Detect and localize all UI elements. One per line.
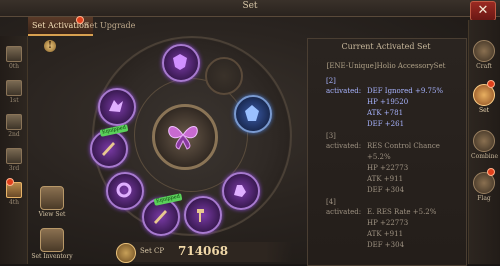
bonus-line: E. RES Rate +5.2% (367, 208, 437, 216)
tab-set-upgrade[interactable]: Set Upgrade (80, 17, 139, 34)
panel-title: Current Activated Set (341, 42, 431, 51)
bonus-line: DEF Ignored +9.75% (367, 87, 444, 95)
gear-slot-icon (6, 114, 22, 130)
bonus-line: HP +22773 (367, 219, 409, 227)
accessory-slot-9[interactable] (222, 172, 260, 210)
accessory-slot-2[interactable] (205, 57, 243, 95)
preset-0th[interactable]: 0th (4, 46, 24, 70)
sword-icon (102, 142, 115, 156)
preset-1st[interactable]: 1st (4, 80, 24, 104)
bonus-line: DEF +261 (367, 120, 405, 128)
bracelet-icon (116, 182, 132, 198)
close-button[interactable]: ✕ (470, 1, 496, 21)
gauntlet-icon (234, 185, 246, 197)
nav-combine[interactable]: Combine (471, 130, 498, 160)
bonus-count: [3] (326, 132, 336, 140)
nav-craft[interactable]: Craft (471, 40, 497, 70)
info-icon[interactable]: ! (44, 40, 56, 52)
bonus-status: activated: (326, 142, 362, 150)
winged-boot-icon (109, 100, 123, 112)
gear-slot-icon (6, 80, 22, 96)
bonus-count: [2] (326, 77, 336, 85)
notification-dot (487, 168, 495, 176)
bonus-line: DEF +304 (367, 186, 405, 194)
preset-3rd[interactable]: 3rd (4, 148, 24, 172)
bonus-line: ATK +781 (367, 109, 404, 117)
accessory-slot-6[interactable] (106, 172, 144, 210)
bonus-line: RES Control Chance (367, 142, 440, 150)
mask-icon (173, 54, 187, 70)
accessory-slot-8[interactable] (184, 196, 222, 234)
gear-slot-icon (6, 148, 22, 164)
set-inventory-button[interactable]: Set Inventory (30, 228, 74, 260)
crest-icon (245, 105, 259, 121)
sword-icon (154, 210, 167, 224)
bonus-line: ATK +911 (367, 230, 404, 238)
hammer-icon (197, 209, 204, 222)
notification-dot (6, 178, 14, 186)
book-icon (40, 186, 64, 210)
bonus-status: activated: (326, 208, 362, 216)
set-emblem (152, 104, 218, 170)
set-cp-value: 714068 (178, 244, 229, 258)
accessory-slot-5[interactable] (90, 130, 128, 168)
accessory-slot-4[interactable] (98, 88, 136, 126)
cp-icon (116, 243, 136, 263)
set-cp-label: Set CP (140, 247, 165, 255)
bonus-count: [4] (326, 198, 336, 206)
butterfly-emblem-icon (168, 126, 198, 150)
window-title: Set (242, 1, 258, 11)
bonus-status: activated: (326, 87, 362, 95)
bonus-line: ATK +911 (367, 175, 404, 183)
bonus-line: HP +19520 (367, 98, 409, 106)
preset-4th[interactable]: 4th (4, 182, 24, 206)
gear-slot-icon (6, 46, 22, 62)
chest-icon (40, 228, 64, 252)
notification-dot (487, 80, 495, 88)
bonus-line: HP +22773 (367, 164, 409, 172)
set-name: [ENE-Unique]Holio AccessorySet (326, 62, 446, 70)
nav-flag[interactable]: Flag (471, 172, 497, 202)
combine-icon (473, 130, 495, 152)
preset-2nd[interactable]: 2nd (4, 114, 24, 138)
accessory-slot-1[interactable] (162, 44, 200, 82)
title-bar: Set (0, 0, 500, 17)
bonus-line: DEF +304 (367, 241, 405, 249)
craft-icon (473, 40, 495, 62)
accessory-slot-3[interactable] (234, 95, 272, 133)
bonus-line: +5.2% (367, 153, 391, 161)
view-set-button[interactable]: View Set (36, 186, 68, 218)
nav-set[interactable]: Set (471, 84, 497, 114)
